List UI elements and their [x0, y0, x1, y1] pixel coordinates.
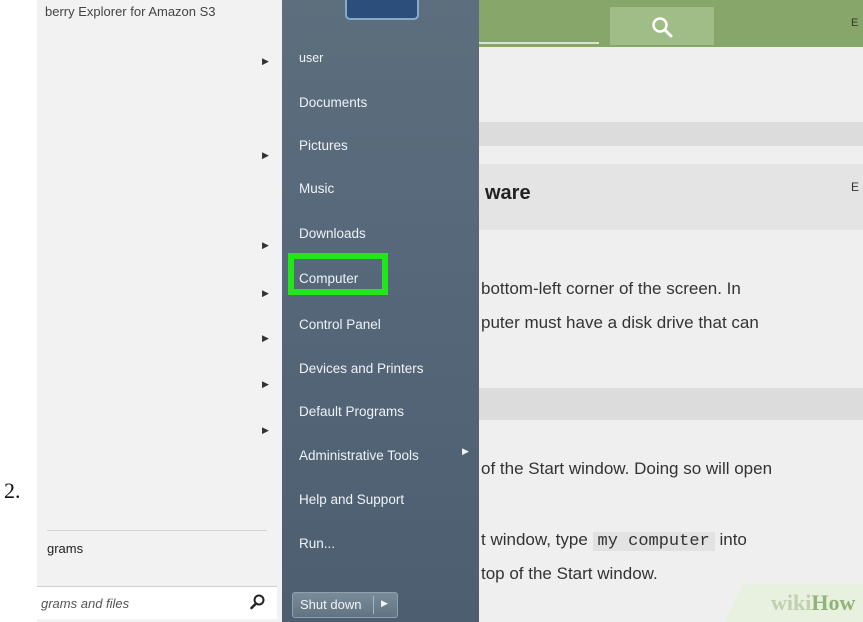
- screenshot-frame: E ware E bottom-left corner of the scree…: [37, 0, 863, 622]
- section-heading: ware: [485, 182, 531, 204]
- start-search-input[interactable]: grams and files: [37, 586, 277, 619]
- place-music[interactable]: Music: [299, 181, 334, 196]
- shut-down-label: Shut down: [300, 597, 362, 612]
- place-downloads[interactable]: Downloads: [299, 226, 366, 241]
- submenu-arrow-icon: ▶: [262, 240, 269, 250]
- button-divider: [373, 596, 374, 614]
- submenu-arrow-icon: ▶: [262, 150, 269, 160]
- wikihow-logo: wikiHow: [771, 590, 856, 615]
- place-run[interactable]: Run...: [299, 536, 335, 551]
- inline-code: my computer: [592, 532, 715, 551]
- place-administrative-tools[interactable]: Administrative Tools: [299, 448, 419, 463]
- header-underline: [479, 42, 599, 44]
- article-line-2: puter must have a disk drive that can: [481, 313, 759, 332]
- shut-down-options-arrow-icon[interactable]: ▶: [381, 598, 388, 609]
- site-search-button[interactable]: [610, 7, 714, 45]
- submenu-arrow-icon: ▶: [262, 425, 269, 435]
- place-help-and-support[interactable]: Help and Support: [299, 492, 404, 507]
- submenu-arrow-icon: ▶: [262, 288, 269, 298]
- place-documents[interactable]: Documents: [299, 95, 367, 110]
- shut-down-button[interactable]: Shut down ▶: [292, 592, 398, 618]
- side-letter: E: [851, 180, 860, 194]
- place-devices-and-printers[interactable]: Devices and Printers: [299, 361, 424, 376]
- submenu-arrow-icon: ▶: [462, 446, 469, 456]
- heading-band: [479, 164, 863, 230]
- search-icon: [250, 594, 265, 610]
- place-control-panel[interactable]: Control Panel: [299, 317, 381, 332]
- header-letter: E: [851, 17, 859, 29]
- article-line-3: of the Start window. Doing so will open: [481, 459, 773, 478]
- divider: [47, 530, 267, 531]
- background-webpage: E ware E bottom-left corner of the scree…: [479, 0, 863, 622]
- article-line-4: t window, type my computer into: [481, 530, 747, 551]
- step-band: [479, 388, 863, 420]
- step-number: 2.: [4, 478, 21, 503]
- user-picture-frame: [345, 0, 419, 20]
- start-menu-programs-panel: berry Explorer for Amazon S3 ▶ ▶ ▶ ▶ ▶ ▶…: [37, 0, 288, 622]
- computer-highlight-box: [288, 253, 388, 295]
- submenu-arrow-icon: ▶: [262, 333, 269, 343]
- place-user[interactable]: user: [299, 51, 323, 65]
- place-pictures[interactable]: Pictures: [299, 138, 348, 153]
- article-line-4-start: t window, type: [481, 530, 588, 549]
- article-line-5: top of the Start window.: [481, 564, 658, 583]
- submenu-arrow-icon: ▶: [262, 379, 269, 389]
- section-band: [479, 122, 863, 146]
- article-line-4-end: into: [719, 530, 747, 549]
- all-programs-link[interactable]: grams: [47, 541, 83, 556]
- start-menu-places-column: user Documents Pictures Music Downloads …: [282, 0, 479, 622]
- article-line-1: bottom-left corner of the screen. In: [481, 279, 741, 298]
- search-placeholder: grams and files: [41, 596, 130, 611]
- search-icon: [652, 17, 673, 38]
- program-item[interactable]: berry Explorer for Amazon S3: [45, 4, 216, 19]
- site-header: E: [479, 0, 863, 47]
- place-default-programs[interactable]: Default Programs: [299, 404, 404, 419]
- submenu-arrow-icon: ▶: [262, 56, 269, 66]
